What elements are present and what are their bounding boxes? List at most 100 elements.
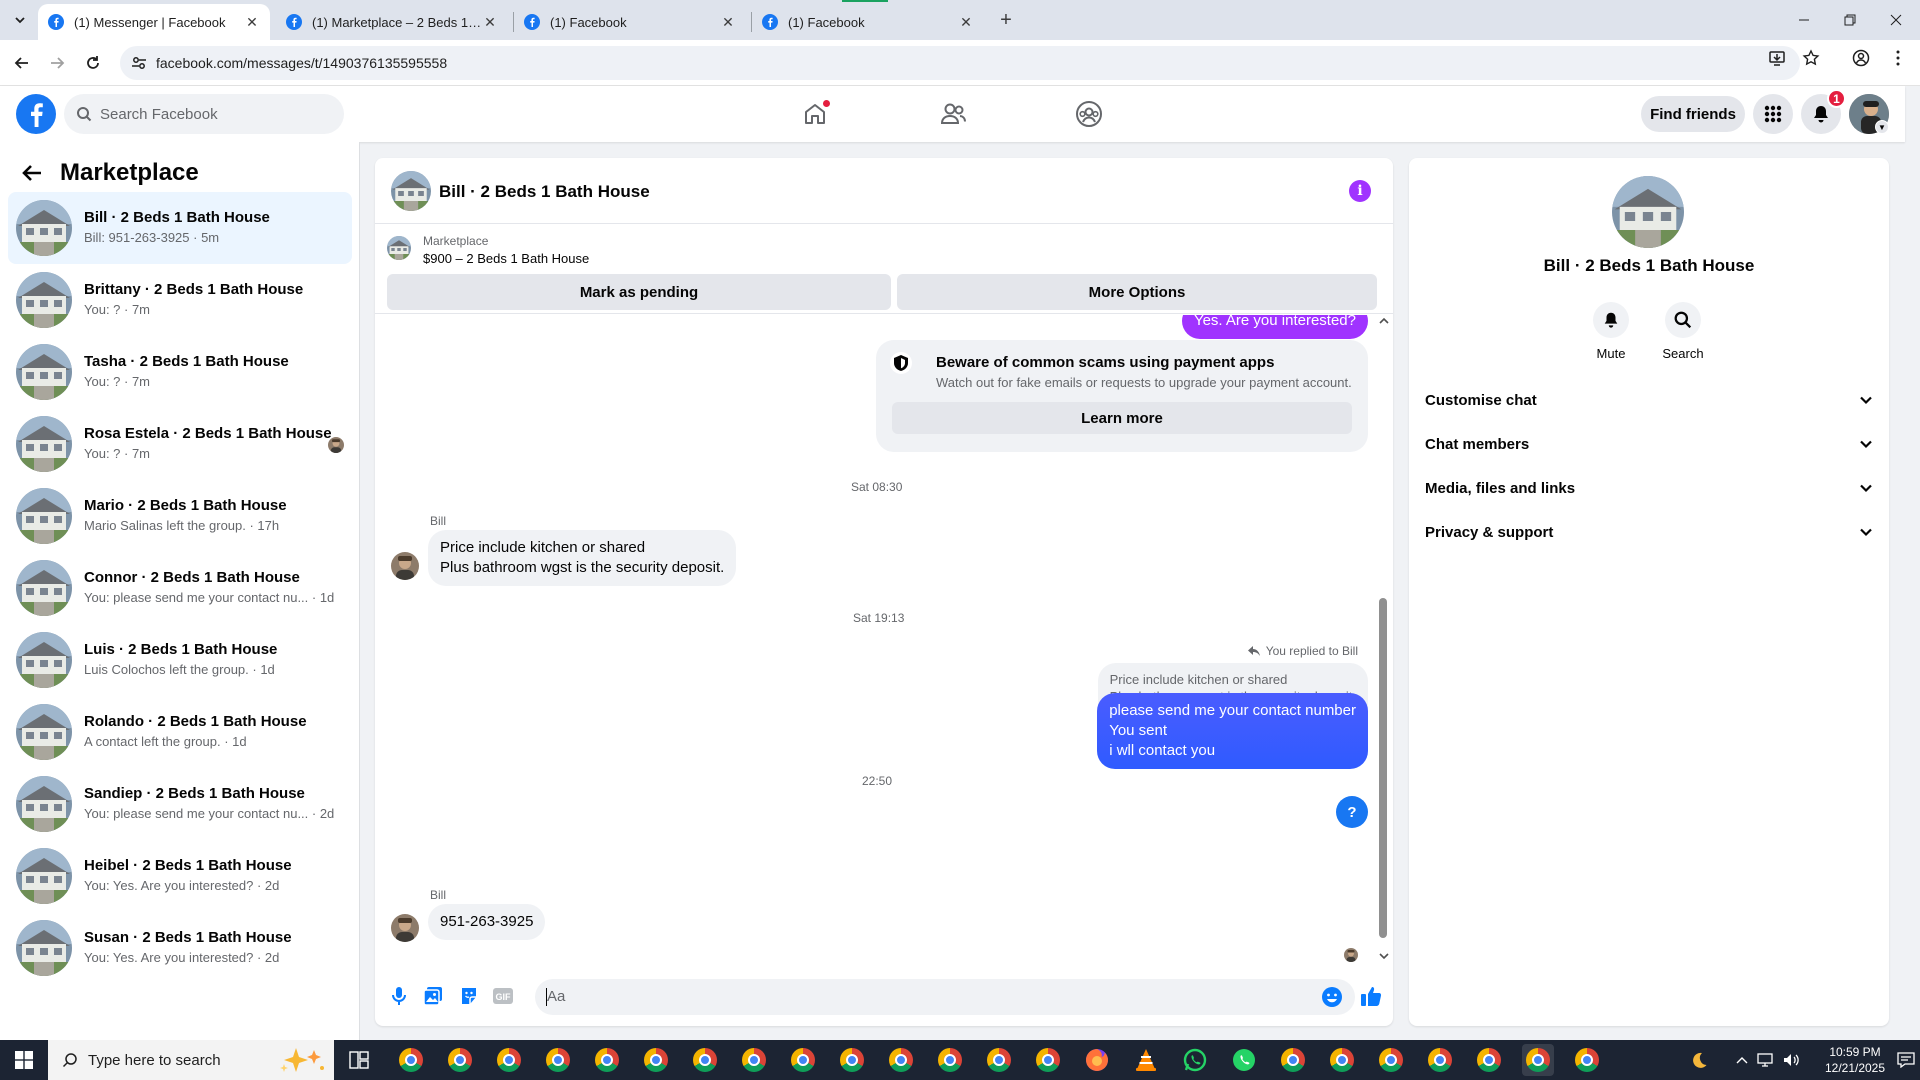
browser-tab-marketplace[interactable]: (1) Marketplace – 2 Beds 1 Bath ✕ bbox=[276, 4, 508, 40]
media-files-links-section[interactable]: Media, files and links bbox=[1425, 466, 1873, 510]
incoming-message[interactable]: Price include kitchen or shared Plus bat… bbox=[428, 530, 737, 586]
sticker-icon[interactable] bbox=[457, 984, 481, 1008]
chat-house-avatar[interactable] bbox=[391, 171, 431, 211]
mark-as-pending-button[interactable]: Mark as pending bbox=[387, 274, 891, 310]
chrome-app-icon[interactable] bbox=[836, 1044, 868, 1076]
incoming-message[interactable]: 951-263-3925 bbox=[428, 904, 546, 940]
thumbs-up-icon[interactable] bbox=[1359, 984, 1383, 1008]
whatsapp-app-icon[interactable] bbox=[1228, 1044, 1260, 1076]
learn-more-button[interactable]: Learn more bbox=[892, 402, 1352, 434]
chrome-app-icon[interactable] bbox=[738, 1044, 770, 1076]
chrome-app-icon[interactable] bbox=[1375, 1044, 1407, 1076]
friends-nav-icon[interactable] bbox=[937, 98, 969, 130]
chrome-app-icon[interactable] bbox=[493, 1044, 525, 1076]
chrome-app-icon[interactable] bbox=[1277, 1044, 1309, 1076]
site-settings-icon[interactable] bbox=[130, 54, 148, 72]
chrome-app-icon[interactable] bbox=[444, 1044, 476, 1076]
chrome-app-icon[interactable] bbox=[1424, 1044, 1456, 1076]
minimize-icon[interactable] bbox=[1781, 0, 1827, 40]
scrollbar-thumb[interactable] bbox=[1379, 598, 1387, 938]
conversation-item[interactable]: Mario · 2 Beds 1 Bath House Mario Salina… bbox=[8, 480, 352, 552]
chrome-app-icon[interactable] bbox=[1032, 1044, 1064, 1076]
more-options-button[interactable]: More Options bbox=[897, 274, 1377, 310]
conversation-item[interactable]: Heibel · 2 Beds 1 Bath House You: Yes. A… bbox=[8, 840, 352, 912]
chrome-app-icon[interactable] bbox=[934, 1044, 966, 1076]
profile-icon[interactable] bbox=[1852, 49, 1870, 67]
sender-avatar[interactable] bbox=[391, 552, 419, 580]
chat-title[interactable]: Bill · 2 Beds 1 Bath House bbox=[439, 182, 650, 202]
chrome-app-icon[interactable] bbox=[885, 1044, 917, 1076]
sender-avatar[interactable] bbox=[391, 914, 419, 942]
tab-close-icon[interactable]: ✕ bbox=[482, 14, 498, 30]
whatsapp-app-icon[interactable] bbox=[1179, 1044, 1211, 1076]
browser-tab-messenger[interactable]: (1) Messenger | Facebook ✕ bbox=[38, 4, 270, 40]
conversation-item[interactable]: Brittany · 2 Beds 1 Bath House You: ? · … bbox=[8, 264, 352, 336]
listing-price[interactable]: $900 – 2 Beds 1 Bath House bbox=[423, 251, 589, 266]
chrome-app-icon[interactable] bbox=[983, 1044, 1015, 1076]
tab-close-icon[interactable]: ✕ bbox=[958, 14, 974, 30]
outgoing-message[interactable]: Yes. Are you interested? bbox=[1181, 315, 1368, 339]
chrome-app-icon[interactable] bbox=[689, 1044, 721, 1076]
listing-house-thumbnail[interactable] bbox=[387, 236, 411, 260]
conversation-info-icon[interactable]: i bbox=[1349, 180, 1371, 202]
menu-grid-icon[interactable] bbox=[1753, 94, 1793, 134]
conversation-item[interactable]: Luis · 2 Beds 1 Bath House Luis Colochos… bbox=[8, 624, 352, 696]
tab-close-icon[interactable]: ✕ bbox=[244, 14, 260, 30]
conversation-item[interactable]: Susan · 2 Beds 1 Bath House You: Yes. Ar… bbox=[8, 912, 352, 984]
tab-close-icon[interactable]: ✕ bbox=[720, 14, 736, 30]
conversation-item[interactable]: Rolando · 2 Beds 1 Bath House A contact … bbox=[8, 696, 352, 768]
conversation-item[interactable]: Bill · 2 Beds 1 Bath House Bill: 951-263… bbox=[8, 192, 352, 264]
help-button[interactable]: ? bbox=[1336, 796, 1368, 828]
facebook-logo-icon[interactable] bbox=[16, 94, 56, 134]
scroll-down-arrow-icon[interactable] bbox=[1378, 952, 1390, 960]
find-friends-button[interactable]: Find friends bbox=[1641, 96, 1745, 132]
browser-tab-facebook-2[interactable]: (1) Facebook ✕ bbox=[752, 4, 984, 40]
conversation-item[interactable]: Tasha · 2 Beds 1 Bath House You: ? · 7m bbox=[8, 336, 352, 408]
chat-members-section[interactable]: Chat members bbox=[1425, 422, 1873, 466]
address-bar[interactable]: facebook.com/messages/t/1490376135595558 bbox=[120, 46, 1800, 80]
browser-menu-icon[interactable] bbox=[1889, 49, 1907, 67]
chrome-app-icon-active[interactable] bbox=[1522, 1044, 1554, 1076]
restore-icon[interactable] bbox=[1827, 0, 1873, 40]
new-tab-icon[interactable]: + bbox=[994, 8, 1018, 32]
task-view-icon[interactable] bbox=[343, 1044, 375, 1076]
conversation-item[interactable]: Sandiep · 2 Beds 1 Bath House You: pleas… bbox=[8, 768, 352, 840]
close-window-icon[interactable] bbox=[1873, 0, 1919, 40]
back-arrow-icon[interactable] bbox=[18, 159, 46, 187]
scroll-up-arrow-icon[interactable] bbox=[1378, 317, 1390, 325]
reload-icon[interactable] bbox=[80, 50, 106, 76]
windows-start-icon[interactable] bbox=[0, 1040, 48, 1080]
conversation-item[interactable]: Rosa Estela · 2 Beds 1 Bath House You: ?… bbox=[8, 408, 352, 480]
account-chevron-down-icon[interactable]: ▼ bbox=[1875, 120, 1889, 134]
system-clock[interactable]: 10:59 PM 12/21/2025 bbox=[1818, 1044, 1892, 1076]
chrome-app-icon[interactable] bbox=[395, 1044, 427, 1076]
conversation-item[interactable]: Connor · 2 Beds 1 Bath House You: please… bbox=[8, 552, 352, 624]
chrome-app-icon[interactable] bbox=[1571, 1044, 1603, 1076]
outgoing-message[interactable]: please send me your contact number You s… bbox=[1097, 693, 1368, 769]
image-attach-icon[interactable] bbox=[421, 984, 445, 1008]
customise-chat-section[interactable]: Customise chat bbox=[1425, 378, 1873, 422]
facebook-search-input[interactable]: Search Facebook bbox=[64, 94, 344, 134]
night-mode-moon-icon[interactable] bbox=[1684, 1040, 1714, 1080]
tray-chevron-up-icon[interactable] bbox=[1732, 1040, 1752, 1080]
network-icon[interactable] bbox=[1754, 1040, 1778, 1080]
volume-icon[interactable] bbox=[1780, 1040, 1804, 1080]
groups-nav-icon[interactable] bbox=[1073, 98, 1105, 130]
tab-search-chevron-icon[interactable] bbox=[8, 8, 32, 32]
search-in-conversation-button[interactable]: Search bbox=[1643, 302, 1723, 361]
taskbar-search-input[interactable]: Type here to search bbox=[48, 1040, 334, 1080]
forward-arrow-icon[interactable] bbox=[44, 50, 70, 76]
chrome-app-icon[interactable] bbox=[640, 1044, 672, 1076]
back-arrow-icon[interactable] bbox=[9, 50, 35, 76]
mute-button[interactable]: Mute bbox=[1571, 302, 1651, 361]
install-app-icon[interactable] bbox=[1768, 49, 1786, 67]
gif-icon[interactable]: GIF bbox=[491, 984, 515, 1008]
privacy-support-section[interactable]: Privacy & support bbox=[1425, 510, 1873, 554]
chrome-app-icon[interactable] bbox=[1473, 1044, 1505, 1076]
bookmark-star-icon[interactable] bbox=[1802, 49, 1820, 67]
chrome-app-icon[interactable] bbox=[591, 1044, 623, 1076]
message-input[interactable]: Aa bbox=[535, 979, 1355, 1015]
browser-tab-facebook-1[interactable]: (1) Facebook ✕ bbox=[514, 4, 746, 40]
chrome-app-icon[interactable] bbox=[1326, 1044, 1358, 1076]
microphone-icon[interactable] bbox=[387, 984, 411, 1008]
